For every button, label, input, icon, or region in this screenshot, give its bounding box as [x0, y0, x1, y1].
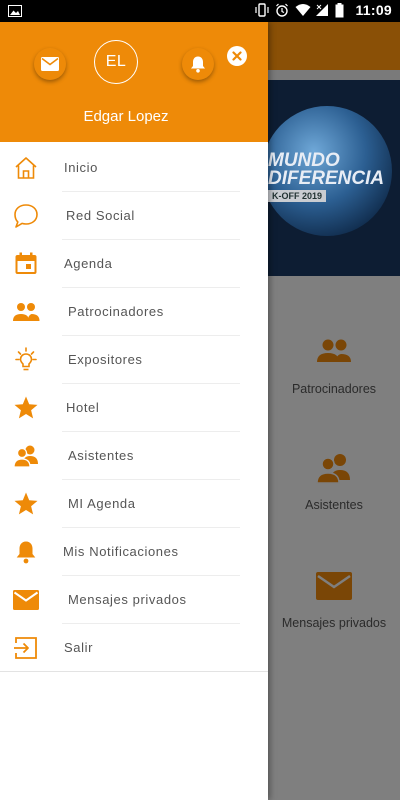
menu-item-inicio[interactable]: Inicio	[0, 144, 268, 192]
lightbulb-icon	[12, 346, 40, 374]
home-icon	[12, 154, 40, 182]
close-icon	[232, 51, 242, 61]
group-icon	[12, 298, 40, 326]
drawer-menu: Inicio Red Social Agenda Patrocinadores	[0, 144, 268, 672]
status-bar: 11:09	[0, 0, 400, 22]
menu-item-patrocinadores[interactable]: Patrocinadores	[0, 288, 268, 336]
battery-icon	[335, 3, 349, 18]
menu-item-salir[interactable]: Salir	[0, 624, 268, 672]
menu-item-label: Salir	[64, 640, 94, 655]
signal-icon	[315, 3, 329, 17]
grid-item-patrocinadores[interactable]: Patrocinadores	[268, 332, 400, 396]
grid-item-mensajes[interactable]: Mensajes privados	[268, 566, 400, 630]
header-messages-button[interactable]	[34, 48, 66, 80]
menu-item-label: Inicio	[64, 160, 98, 175]
navigation-drawer: EL Edgar Lopez Inicio Red Social Agenda …	[0, 22, 268, 800]
mail-icon	[12, 586, 40, 614]
wifi-icon	[295, 3, 311, 17]
status-time: 11:09	[355, 2, 392, 18]
menu-item-label: Hotel	[66, 400, 100, 415]
star-icon	[12, 394, 40, 422]
menu-item-label: Expositores	[68, 352, 143, 367]
alarm-icon	[275, 3, 289, 17]
menu-item-asistentes[interactable]: Asistentes	[0, 432, 268, 480]
grid-item-label: Patrocinadores	[291, 382, 377, 396]
bell-icon	[191, 56, 205, 73]
grid-item-label: Asistentes	[305, 498, 363, 512]
image-icon	[8, 4, 22, 22]
group-icon	[314, 332, 354, 372]
menu-item-label: Asistentes	[68, 448, 134, 463]
menu-item-red-social[interactable]: Red Social	[0, 192, 268, 240]
bell-icon	[12, 538, 40, 566]
grid-item-label: Mensajes privados	[281, 616, 387, 630]
banner-text: DIFERENCIA	[268, 168, 385, 189]
menu-item-agenda[interactable]: Agenda	[0, 240, 268, 288]
header-notifications-button[interactable]	[182, 48, 214, 80]
menu-item-label: Mis Notificaciones	[63, 544, 179, 559]
star-icon	[12, 490, 40, 518]
event-banner[interactable]: MUNDO DIFERENCIA K-OFF 2019	[268, 80, 400, 276]
vibrate-icon	[255, 3, 270, 17]
calendar-icon	[12, 250, 40, 278]
menu-item-label: Mensajes privados	[68, 592, 187, 607]
chat-bubble-icon	[12, 202, 40, 230]
banner-subtext: K-OFF 2019	[268, 190, 327, 202]
avatar[interactable]: EL	[94, 40, 138, 84]
user-name: Edgar Lopez	[83, 108, 169, 125]
drawer-header: EL Edgar Lopez	[0, 22, 268, 142]
menu-item-mensajes-privados[interactable]: Mensajes privados	[0, 576, 268, 624]
logout-icon	[12, 634, 40, 662]
attendees-icon	[314, 448, 354, 488]
mail-icon	[41, 57, 59, 71]
menu-item-label: MI Agenda	[68, 496, 136, 511]
menu-item-expositores[interactable]: Expositores	[0, 336, 268, 384]
menu-item-label: Patrocinadores	[68, 304, 164, 319]
background-grid: Patrocinadores Asistentes Mensajes priva…	[268, 276, 400, 800]
menu-item-mi-agenda[interactable]: MI Agenda	[0, 480, 268, 528]
attendees-icon	[12, 442, 40, 470]
menu-item-hotel[interactable]: Hotel	[0, 384, 268, 432]
menu-item-label: Agenda	[64, 256, 113, 271]
menu-item-mis-notificaciones[interactable]: Mis Notificaciones	[0, 528, 268, 576]
close-drawer-button[interactable]	[227, 46, 247, 66]
background-toolbar	[268, 22, 400, 70]
grid-item-asistentes[interactable]: Asistentes	[268, 448, 400, 512]
menu-item-label: Red Social	[66, 208, 135, 223]
mail-icon	[314, 566, 354, 606]
divider	[0, 671, 268, 672]
